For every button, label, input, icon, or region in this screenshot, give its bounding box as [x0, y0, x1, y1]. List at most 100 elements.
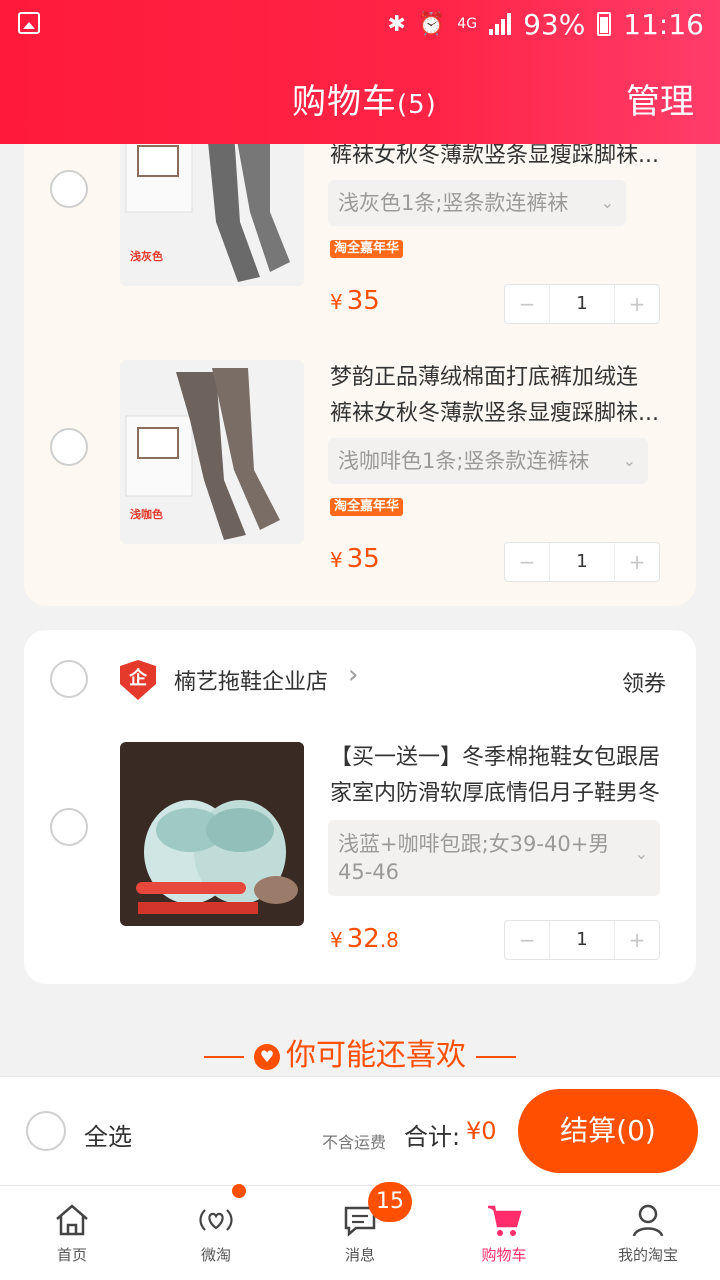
sku-selector[interactable]: 浅灰色1条;竖条款连裤袜 ⌄: [328, 180, 626, 226]
thumb-color-label: 浅咖色: [130, 508, 163, 521]
tab-cart[interactable]: 购物车: [432, 1186, 576, 1280]
battery-percent: 93%: [523, 7, 586, 41]
gallery-icon: [18, 12, 40, 34]
price-cents: .8: [379, 928, 399, 952]
chevron-down-icon: ⌄: [622, 451, 636, 470]
decrease-button[interactable]: −: [505, 928, 549, 952]
manage-button[interactable]: 管理: [626, 74, 694, 123]
status-bar: ✱ ⏰ 4G 93% 11:16: [0, 0, 720, 50]
bluetooth-icon: ✱: [387, 11, 406, 37]
sku-text: 浅灰色1条;竖条款连裤袜: [338, 191, 569, 215]
profile-icon: [632, 1204, 664, 1237]
item-title-line: 梦韵正品薄绒棉面打底裤加绒连: [330, 365, 639, 390]
yen-symbol: ¥: [330, 290, 343, 314]
select-all-radio[interactable]: [26, 1111, 66, 1151]
yen-symbol: ¥: [330, 548, 343, 572]
item-select-radio[interactable]: [50, 170, 88, 208]
slippers-image-icon: [120, 742, 304, 926]
tab-label: 首页: [56, 1246, 87, 1264]
product-thumbnail[interactable]: [120, 742, 304, 926]
page-title-text: 购物车: [292, 82, 397, 122]
item-title-line: 家室内防滑软厚底情侣月子鞋男冬: [330, 781, 661, 806]
sku-text: 浅蓝+咖啡包跟;女39-40+男: [338, 832, 610, 856]
chevron-right-icon[interactable]: ›: [348, 660, 358, 690]
total-value: ¥0: [466, 1117, 497, 1145]
header: ✱ ⏰ 4G 93% 11:16 购物车(5) 管理: [0, 0, 720, 144]
thumb-color-label: 浅灰色: [130, 250, 163, 263]
increase-button[interactable]: +: [615, 292, 659, 316]
heart-broadcast-icon: [199, 1209, 233, 1231]
quantity-stepper: − 1 +: [504, 284, 660, 324]
yen-symbol: ¥: [330, 928, 343, 952]
item-price: ¥35: [330, 286, 380, 316]
bottom-tab-bar: 首页 微淘 消息 购物车 我的淘宝: [0, 1186, 720, 1280]
shop-header: 企 楠艺拖鞋企业店 › 领券: [24, 652, 696, 708]
price-value: 35: [346, 544, 380, 574]
page-title: 购物车(5): [292, 74, 437, 123]
item-title-line: 裤袜女秋冬薄款竖条显瘦踩脚袜...: [330, 401, 659, 426]
product-thumbnail[interactable]: 浅咖色: [120, 360, 304, 544]
message-count-badge: 15: [368, 1182, 412, 1222]
item-title[interactable]: 梦韵正品薄绒棉面打底裤加绒连 裤袜女秋冬薄款竖条显瘦踩脚袜...: [330, 360, 670, 432]
quantity-stepper: − 1 +: [504, 542, 660, 582]
tab-weitao[interactable]: 微淘: [144, 1186, 288, 1280]
alarm-icon: ⏰: [417, 11, 446, 37]
price-value: 32: [346, 924, 380, 954]
enterprise-shop-icon: 企: [120, 660, 156, 700]
sku-selector[interactable]: 浅蓝+咖啡包跟;女39-40+男 45-46 ⌄: [328, 820, 660, 896]
signal-icon: [489, 13, 512, 35]
quantity-value[interactable]: 1: [549, 921, 615, 959]
sku-text: 45-46: [338, 860, 400, 884]
tab-label: 我的淘宝: [617, 1246, 678, 1264]
shop-select-radio[interactable]: [50, 660, 88, 698]
decrease-button[interactable]: −: [505, 292, 549, 316]
decrease-button[interactable]: −: [505, 550, 549, 574]
cart-group-card: 浅灰色 裤袜女秋冬薄款竖条显瘦踩脚袜... 浅灰色1条;竖条款连裤袜 ⌄ 淘全嘉…: [24, 102, 696, 606]
quantity-value[interactable]: 1: [549, 543, 615, 581]
price-value: 35: [346, 286, 380, 316]
recommend-label: 你可能还喜欢: [286, 1038, 466, 1073]
item-select-radio[interactable]: [50, 428, 88, 466]
home-icon: [56, 1204, 88, 1236]
checkout-button[interactable]: 结算(0): [518, 1089, 698, 1173]
checkout-bar: 全选 不含运费 合计: ¥0 结算(0): [0, 1076, 720, 1186]
recommend-header: ♥ 你可能还喜欢: [0, 1036, 720, 1076]
item-price: ¥32.8: [330, 924, 399, 954]
cart-count: (5): [397, 90, 437, 120]
sku-selector[interactable]: 浅咖啡色1条;竖条款连裤袜 ⌄: [328, 438, 648, 484]
item-title-line: 【买一送一】冬季棉拖鞋女包跟居: [330, 745, 661, 770]
tab-label: 微淘: [200, 1246, 231, 1264]
clock: 11:16: [623, 7, 704, 41]
chevron-down-icon: ⌄: [634, 844, 648, 863]
increase-button[interactable]: +: [615, 550, 659, 574]
tab-home[interactable]: 首页: [0, 1186, 144, 1280]
divider-line: [476, 1055, 516, 1058]
chevron-down-icon: ⌄: [600, 193, 614, 212]
total-label: 合计:: [404, 1123, 461, 1151]
item-select-radio[interactable]: [50, 808, 88, 846]
tab-profile[interactable]: 我的淘宝: [576, 1186, 720, 1280]
promo-badge: 淘全嘉年华: [330, 240, 404, 258]
coupon-button[interactable]: 领券: [622, 666, 666, 698]
network-label: 4G: [457, 16, 478, 32]
shipping-note: 不含运费: [322, 1133, 387, 1152]
cart-item: 【买一送一】冬季棉拖鞋女包跟居 家室内防滑软厚底情侣月子鞋男冬 浅蓝+咖啡包跟;…: [24, 740, 696, 960]
title-row: 购物车(5) 管理: [0, 70, 720, 126]
select-all-label[interactable]: 全选: [84, 1117, 132, 1152]
tab-label: 购物车: [481, 1246, 527, 1264]
sku-text: 浅咖啡色1条;竖条款连裤袜: [338, 449, 590, 473]
shop-name[interactable]: 楠艺拖鞋企业店: [174, 664, 328, 696]
cart-item: 浅咖色 梦韵正品薄绒棉面打底裤加绒连 裤袜女秋冬薄款竖条显瘦踩脚袜... 浅咖啡…: [24, 360, 696, 582]
divider-line: [204, 1055, 244, 1058]
weitao-notification-dot: [232, 1184, 246, 1198]
status-icons: ✱ ⏰ 4G 93% 11:16: [387, 6, 704, 42]
cart-icon: [488, 1205, 522, 1236]
item-title[interactable]: 【买一送一】冬季棉拖鞋女包跟居 家室内防滑软厚底情侣月子鞋男冬: [330, 740, 670, 812]
heart-icon: ♥: [254, 1043, 280, 1070]
promo-badge: 淘全嘉年华: [330, 498, 404, 516]
quantity-stepper: − 1 +: [504, 920, 660, 960]
battery-icon: [597, 12, 612, 36]
increase-button[interactable]: +: [615, 928, 659, 952]
quantity-value[interactable]: 1: [549, 285, 615, 323]
item-title-line: 裤袜女秋冬薄款竖条显瘦踩脚袜...: [330, 143, 659, 168]
